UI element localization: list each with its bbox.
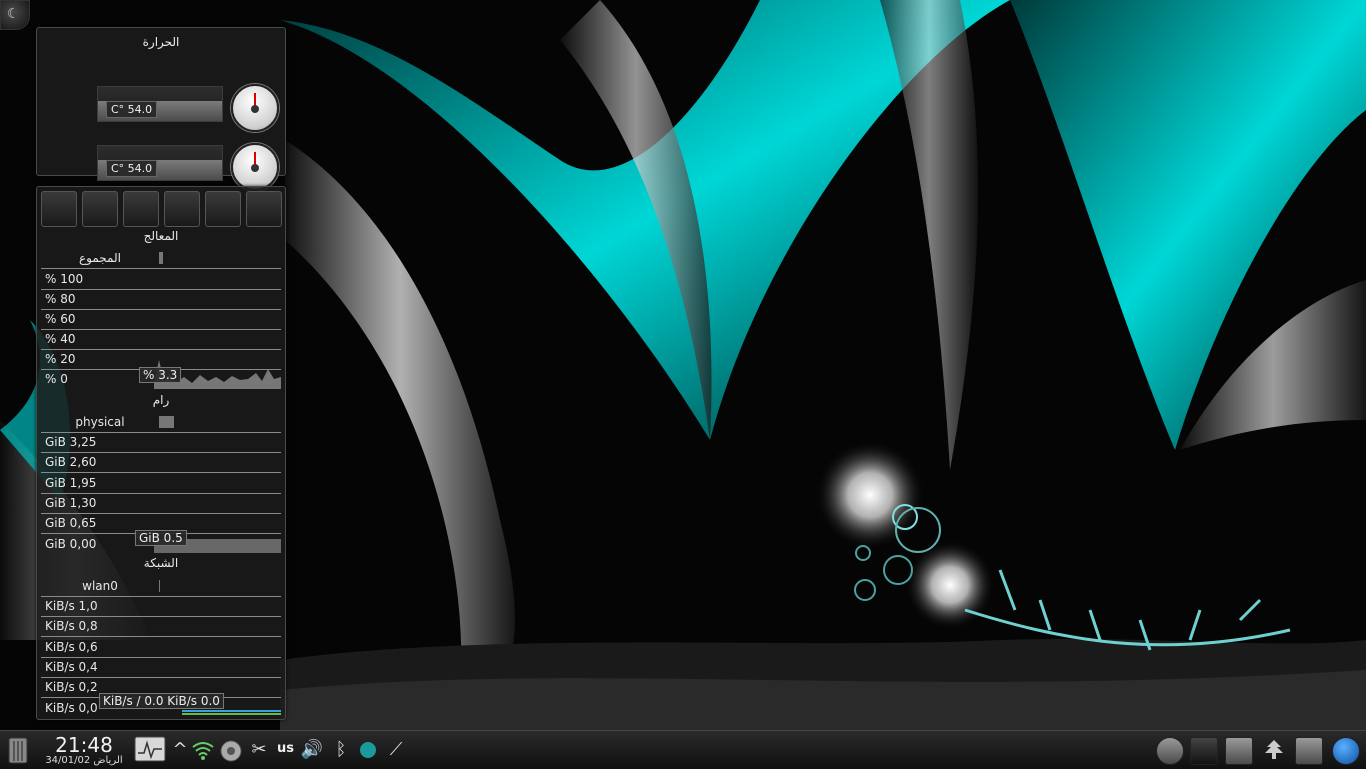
network-scale-label: KiB/s 0,4 — [45, 660, 98, 674]
temperature-title: الحرارة — [142, 35, 180, 49]
network-current-value: KiB/s / 0.0 KiB/s 0.0 — [99, 693, 224, 709]
temperature-value: C° 54.0 — [106, 101, 158, 118]
cpu-legend: المجموع — [41, 250, 281, 269]
file-manager-icon[interactable] — [1295, 737, 1323, 765]
thermometer-gauge-icon — [231, 143, 279, 191]
network-scale-label: KiB/s 0,8 — [45, 619, 98, 633]
cpu-scale-label: % 60 — [45, 312, 76, 326]
clock-time[interactable]: 21:48 — [44, 733, 124, 757]
ram-scale-label: GiB 1,95 — [45, 476, 97, 490]
hard-disk-icon[interactable] — [205, 191, 241, 227]
ram-legend: physical — [41, 414, 281, 433]
ram-legend-label: physical — [75, 415, 125, 429]
signal-bars-icon[interactable] — [41, 191, 77, 227]
cpu-legend-label: المجموع — [79, 251, 121, 265]
ram-title: رام — [152, 393, 170, 407]
keyboard-layout[interactable]: us — [277, 741, 294, 756]
expand-arrow-icon[interactable]: ^ — [168, 739, 192, 760]
ram-scale-label: GiB 3,25 — [45, 435, 97, 449]
kde-menu-icon[interactable] — [1332, 737, 1360, 765]
toolbox-icon: ☾ — [7, 6, 20, 22]
software-center-icon[interactable] — [1156, 737, 1184, 765]
color-picker-icon[interactable]: ⟋ — [384, 739, 408, 760]
cpu-title: المعالج — [143, 229, 179, 243]
ram-scale-label: GiB 0,65 — [45, 516, 97, 530]
temperature-plot: C° 54.0 — [97, 86, 223, 122]
ram-legend-swatch — [159, 416, 174, 428]
system-activity-icon[interactable] — [134, 735, 166, 765]
lock-drive-icon[interactable] — [164, 191, 200, 227]
network-scale-label: KiB/s 0,6 — [45, 640, 98, 654]
temperature-widget: الحرارة C° 54.0 C° 54.0 — [36, 27, 286, 191]
cpu-scale-label: % 20 — [45, 352, 76, 366]
thermometer-gauge-icon — [231, 84, 279, 132]
cpu-legend-swatch — [159, 252, 163, 264]
ram-current-value: GiB 0.5 — [135, 530, 187, 546]
network-upload-line — [182, 713, 281, 715]
cpu-scale-label: % 80 — [45, 292, 76, 306]
temperature-sensor-row: C° 54.0 — [37, 84, 285, 144]
network-download-line — [182, 710, 281, 712]
cpu-scale-label: % 100 — [45, 272, 84, 286]
ram-scale-row: GiB 3,25 — [41, 432, 281, 453]
ram-scale-row: GiB 1,30 — [41, 493, 281, 514]
system-monitor-icon[interactable] — [1225, 737, 1253, 765]
cpu-current-value: % 3.3 — [139, 367, 182, 383]
desktop-toolbox-button[interactable]: ☾ — [0, 0, 30, 30]
temperature-value: C° 54.0 — [106, 160, 158, 177]
network-legend-label: wlan0 — [82, 579, 118, 593]
network-legend-swatch — [159, 580, 160, 592]
wifi-icon[interactable] — [191, 739, 215, 766]
network-scale-row: KiB/s 0,8 — [41, 616, 281, 637]
volume-icon[interactable]: 🔊 — [300, 739, 324, 760]
system-monitor-widget: المعالج المجموع % 100 % 80 % 60 % 40 % 2… — [36, 186, 286, 720]
cpu-scale-row: % 80 — [41, 289, 281, 310]
removable-drive-icon[interactable] — [246, 191, 282, 227]
network-computers-icon[interactable] — [123, 191, 159, 227]
status-dot-icon[interactable] — [356, 739, 380, 766]
network-settings-icon[interactable] — [219, 739, 243, 768]
scissors-icon[interactable]: ✂ — [247, 739, 271, 760]
network-legend: wlan0 — [41, 578, 281, 597]
ram-scale-row: GiB 1,95 — [41, 473, 281, 494]
trash-icon[interactable] — [6, 735, 30, 765]
cpu-scale-label: % 40 — [45, 332, 76, 346]
network-title: الشبكة — [143, 556, 179, 570]
network-scale-label: KiB/s 0,2 — [45, 680, 98, 694]
ram-scale-label: GiB 2,60 — [45, 455, 97, 469]
clock-date[interactable]: 34/01/02 الرياض — [44, 755, 124, 766]
ram-scale-label: GiB 0,00 — [45, 537, 97, 551]
cpu-scale-row: % 60 — [41, 309, 281, 330]
network-scale-row: KiB/s 0,4 — [41, 657, 281, 678]
cpu-scale-row: % 100 — [41, 269, 281, 290]
ram-scale-row: GiB 2,60 — [41, 452, 281, 473]
cpu-scale-label: % 0 — [45, 372, 68, 386]
network-scale-row: KiB/s 1,0 — [41, 596, 281, 617]
monitor-tabs — [41, 191, 282, 227]
terminal-icon[interactable] — [1190, 737, 1218, 765]
network-scale-label: KiB/s 0,0 — [45, 701, 98, 715]
bottom-panel: 21:48 34/01/02 الرياض ^ ✂ us 🔊 ᛒ ⟋ — [0, 730, 1366, 769]
ram-scale-label: GiB 1,30 — [45, 496, 97, 510]
cpu-scale-row: % 40 — [41, 329, 281, 350]
bluetooth-icon[interactable]: ᛒ — [329, 739, 353, 760]
network-scale-label: KiB/s 1,0 — [45, 599, 98, 613]
cpu-chip-icon[interactable] — [82, 191, 118, 227]
network-scale-row: KiB/s 0,6 — [41, 637, 281, 658]
pc-icon[interactable] — [1261, 737, 1287, 763]
temperature-plot: C° 54.0 — [97, 145, 223, 181]
